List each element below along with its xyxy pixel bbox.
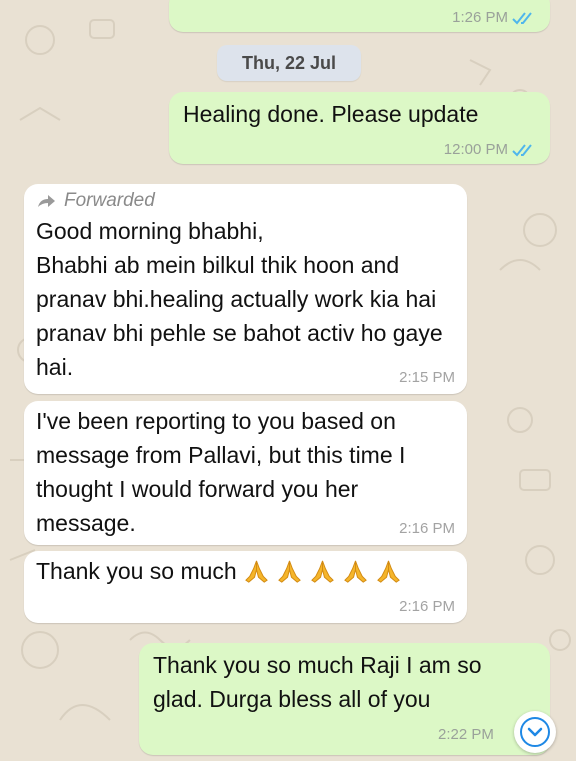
message-text: Healing done. Please update [183,101,479,127]
message-bubble-outgoing[interactable]: Thank you so much Raji I am so glad. Dur… [139,643,550,755]
double-check-icon [512,143,532,156]
message-time: 2:16 PM [399,520,455,537]
folded-hands-icon [277,560,301,583]
folded-hands-icon [244,560,268,583]
message-bubble-incoming[interactable]: Forwarded Good morning bhabhi, Bhabhi ab… [24,184,467,394]
folded-hands-emoji-group [243,558,402,585]
forwarded-label: Forwarded [36,190,455,212]
message-time: 2:16 PM [399,598,455,615]
scroll-to-bottom-button[interactable] [514,711,556,753]
message-text: Good morning bhabhi, Bhabhi ab mein bilk… [36,218,443,380]
message-bubble-incoming[interactable]: I've been reporting to you based on mess… [24,401,467,545]
folded-hands-icon [376,560,400,583]
message-time: 1:26 PM [452,9,538,26]
message-time: 12:00 PM [444,141,538,158]
message-bubble-outgoing[interactable]: Healing done. Please update 12:00 PM [169,92,550,164]
message-bubble-outgoing[interactable]: 1:26 PM [169,0,550,32]
folded-hands-icon [343,560,367,583]
message-time: 2:15 PM [399,369,455,386]
message-bubble-incoming[interactable]: Thank you so much 2:16 PM [24,551,467,623]
forward-arrow-icon [38,195,55,207]
double-check-icon [512,11,532,24]
message-text: Thank you so much [36,554,455,588]
message-time: 2:22 PM [438,726,494,743]
folded-hands-icon [310,560,334,583]
date-separator: Thu, 22 Jul [217,45,361,81]
message-text: I've been reporting to you based on mess… [36,408,406,536]
chevron-down-icon [520,717,550,747]
message-text: Thank you so much Raji I am so glad. Dur… [153,652,482,712]
